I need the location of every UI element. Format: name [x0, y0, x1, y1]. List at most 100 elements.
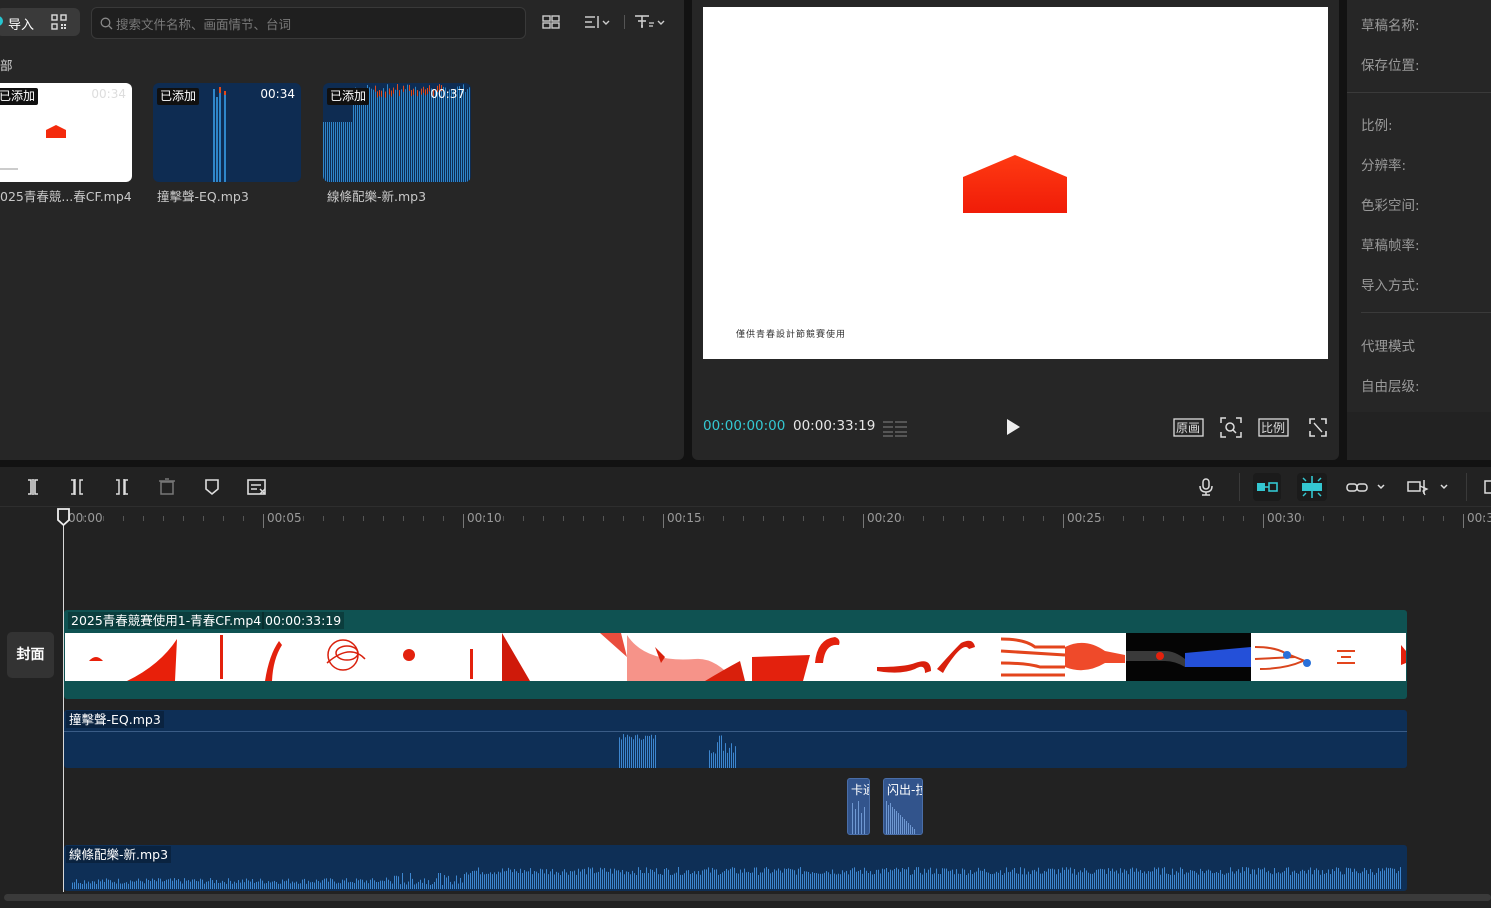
ruler-label: 00:30 [1267, 511, 1302, 525]
ratio-button[interactable]: 比例 [1258, 417, 1289, 438]
clip-duration: 00:00:33:19 [262, 612, 345, 629]
marker-icon[interactable] [202, 477, 222, 497]
magnet-toggle-button[interactable] [1253, 473, 1281, 501]
auto-snap-toggle-button[interactable] [1297, 473, 1327, 501]
prop-proxy-mode: 代理模式 [1361, 339, 1415, 355]
prop-free-layer: 自由层级: [1361, 379, 1420, 395]
media-item-audio[interactable]: 已添加 00:37 線條配樂-新.mp3 [323, 83, 473, 205]
timeline-toolbar [0, 467, 1491, 507]
prop-draft-name: 草稿名称: [1361, 18, 1420, 34]
waveform [886, 801, 915, 834]
link-dropdown-icon[interactable] [1346, 477, 1388, 497]
waveform [72, 867, 1401, 889]
props-footer [1347, 412, 1491, 460]
search-icon [100, 17, 113, 30]
delete-right-icon[interactable] [112, 477, 132, 497]
timeline-scrollbar[interactable] [4, 894, 1491, 901]
toolbar-divider [1466, 473, 1467, 501]
grid-view-icon[interactable] [51, 14, 67, 30]
added-badge: 已添加 [0, 88, 39, 105]
delete-left-icon[interactable] [67, 477, 87, 497]
ruler-label: 00:05 [267, 511, 302, 525]
cover-button[interactable]: 封面 [7, 632, 54, 678]
subtitle-icon[interactable] [247, 477, 267, 497]
ratio-label: 比例 [1261, 421, 1286, 435]
properties-panel: 草稿名称: 保存位置: 比例: 分辨率: 色彩空间: 草稿帧率: 导入方式: 代… [1347, 0, 1491, 460]
video-clip[interactable]: 2025青春競賽使用1-青春CF.mp4 00:00:33:19 [64, 610, 1407, 699]
prop-import-mode: 导入方式: [1361, 278, 1420, 294]
waveform [852, 801, 865, 834]
ruler-label: 00:10 [467, 511, 502, 525]
media-item-video[interactable]: 已添加 00:34 025青春競...春CF.mp4 [0, 83, 134, 205]
ruler-label: 00:3 [1467, 511, 1491, 525]
original-button[interactable]: 原画 [1173, 417, 1204, 438]
ruler-label: 00:20 [867, 511, 902, 525]
prop-resolution: 分辨率: [1361, 158, 1407, 174]
prop-ratio: 比例: [1361, 118, 1393, 134]
list-icon[interactable] [881, 418, 909, 438]
snap-icon [1302, 476, 1322, 498]
added-badge: 已添加 [327, 88, 370, 105]
audio-clip[interactable]: 線條配樂-新.mp3 [64, 845, 1407, 891]
ruler-label: 00:15 [667, 511, 702, 525]
prop-frame-rate: 草稿帧率: [1361, 238, 1420, 254]
media-name: 025青春競...春CF.mp4 [0, 189, 132, 204]
timeline-ruler[interactable]: 00:00 00:05 00:10 00:15 00:20 00:25 00:3… [0, 508, 1491, 532]
layout-toggle-button[interactable] [542, 12, 560, 32]
toolbar-divider [1239, 473, 1240, 501]
sfx-clip[interactable]: 卡通 [847, 778, 870, 835]
import-dot-icon [0, 16, 3, 26]
media-thumbnail[interactable]: 已添加 00:34 [0, 83, 132, 182]
split-icon[interactable] [23, 477, 43, 497]
media-name: 撞擊聲-EQ.mp3 [157, 189, 249, 204]
sort-button[interactable] [584, 12, 610, 32]
duration-badge: 00:37 [430, 87, 465, 101]
ruler-label: 00:25 [1067, 511, 1102, 525]
preview-panel: 僅供青春設計節競賽使用 00:00:00:00 00:00:33:19 原画 比… [692, 0, 1339, 460]
media-panel: 导入 搜索文件名称、画面情节、台词 部 已添加 00:34 025青春競...春… [0, 0, 684, 460]
layout-grid-icon [542, 15, 560, 29]
magnet-link-icon [1257, 482, 1278, 492]
play-icon[interactable] [1005, 418, 1021, 436]
media-name: 線條配樂-新.mp3 [327, 189, 427, 204]
zoom-fit-icon[interactable] [1220, 417, 1242, 438]
house-shape-image [963, 155, 1067, 213]
editor-window: 导入 搜索文件名称、画面情节、台词 部 已添加 00:34 025青春競...春… [0, 0, 1491, 908]
import-label: 导入 [8, 18, 35, 33]
toolbar-divider [624, 15, 625, 29]
audio-clip[interactable]: 撞擊聲-EQ.mp3 [64, 710, 1407, 768]
preview-canvas[interactable]: 僅供青春設計節競賽使用 [703, 7, 1328, 359]
fullscreen-icon[interactable] [1309, 417, 1327, 438]
sfx-clip[interactable]: 闪出-拉 [883, 778, 923, 835]
timeline-panel: 00:00 00:05 00:10 00:15 00:20 00:25 00:3… [0, 467, 1491, 908]
ruler-label: 00:00 [68, 511, 103, 525]
prop-color-space: 色彩空间: [1361, 198, 1420, 214]
props-divider [1347, 92, 1491, 93]
playhead-line[interactable] [63, 522, 64, 892]
current-timecode: 00:00:00:00 [703, 418, 786, 434]
original-label: 原画 [1176, 421, 1201, 435]
search-input[interactable] [116, 14, 516, 34]
duration-badge: 00:34 [91, 87, 126, 101]
duration-badge: 00:34 [260, 87, 295, 101]
zoom-icon[interactable] [1484, 477, 1491, 497]
trash-icon[interactable] [157, 477, 177, 497]
filmstrip [65, 633, 1406, 681]
preview-axis-dropdown-icon[interactable] [1407, 477, 1451, 497]
media-thumbnail[interactable]: 已添加 00:37 [323, 83, 471, 182]
clip-name: 2025青春競賽使用1-青春CF.mp4 [68, 612, 265, 629]
breadcrumb[interactable]: 部 [0, 55, 13, 74]
media-thumbnail[interactable]: 已添加 00:34 [153, 83, 301, 182]
search-box[interactable] [91, 7, 526, 39]
filter-icon [635, 15, 665, 28]
media-item-audio[interactable]: 已添加 00:34 撞擊聲-EQ.mp3 [153, 83, 303, 205]
filmstrip-frames [65, 633, 1406, 681]
microphone-icon[interactable] [1196, 477, 1216, 497]
sort-icon [585, 16, 610, 28]
playhead-handle-icon[interactable] [56, 508, 71, 526]
waveform [619, 734, 736, 768]
total-timecode: 00:00:33:19 [793, 418, 876, 434]
preview-caption: 僅供青春設計節競賽使用 [736, 330, 847, 340]
import-button[interactable]: 导入 [0, 8, 80, 36]
filter-button[interactable] [634, 12, 666, 32]
